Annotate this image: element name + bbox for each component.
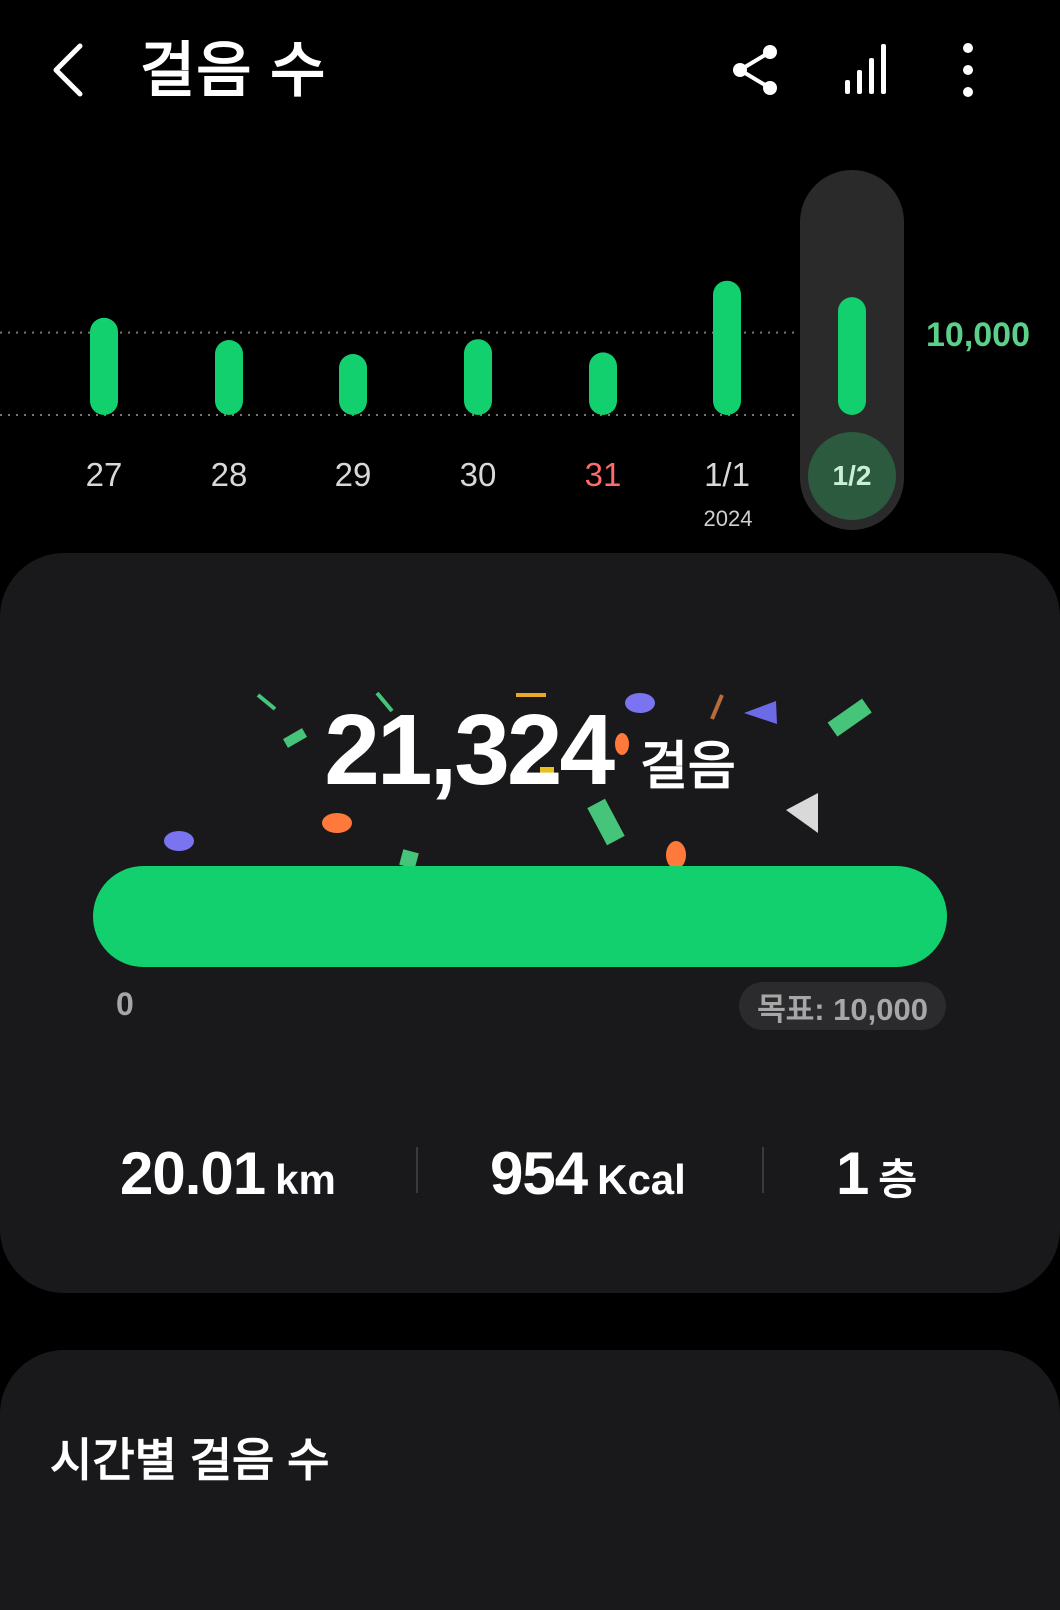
year-label: 2024 <box>703 506 753 531</box>
day-bar-27[interactable] <box>90 317 118 415</box>
step-count: 21,324 걸음 <box>0 693 1060 808</box>
page-title: 걸음 수 <box>140 37 327 104</box>
share-icon <box>733 45 777 95</box>
progress-start-label: 0 <box>116 986 134 1022</box>
day-label-30[interactable]: 30 <box>423 456 533 494</box>
trends-button[interactable] <box>838 38 898 102</box>
day-label-29[interactable]: 29 <box>298 456 408 494</box>
reference-line-label: 10,000 <box>926 316 1030 354</box>
more-options-button[interactable] <box>938 38 998 102</box>
stat-divider <box>416 1147 418 1193</box>
day-label-1-1[interactable]: 1/1 <box>672 456 782 494</box>
calories-value: 954 <box>490 1140 588 1207</box>
bar-chart-icon <box>845 44 886 94</box>
day-bar-1-1[interactable] <box>713 280 741 415</box>
daily-steps-chart: 27 28 29 30 31 1/1 2024 1/2 10,000 <box>0 150 1060 540</box>
step-count-unit: 걸음 <box>640 738 736 796</box>
stat-divider <box>762 1147 764 1193</box>
hourly-steps-card[interactable]: 시간별 걸음 수 <box>0 1350 1060 1610</box>
distance-unit: km <box>275 1156 336 1203</box>
day-bar-1-2[interactable] <box>838 297 866 415</box>
day-bar-29[interactable] <box>339 354 367 415</box>
day-bar-30[interactable] <box>464 339 492 415</box>
goal-label[interactable]: 목표: 10,000 <box>739 982 946 1030</box>
day-bar-31[interactable] <box>589 352 617 415</box>
calories-unit: Kcal <box>597 1156 686 1203</box>
floors-unit: 층 <box>878 1156 918 1203</box>
share-button[interactable] <box>724 38 784 102</box>
floors-stat: 1층 <box>836 1139 917 1208</box>
goal-progress-bar <box>93 866 947 967</box>
day-label-28[interactable]: 28 <box>174 456 284 494</box>
floors-value: 1 <box>836 1140 869 1207</box>
calories-stat: 954 Kcal <box>490 1139 686 1208</box>
more-vertical-icon <box>963 43 973 97</box>
chevron-left-icon <box>53 43 83 97</box>
step-count-value: 21,324 <box>324 694 615 806</box>
distance-stat: 20.01 km <box>120 1139 336 1208</box>
activity-stats: 20.01 km 954 Kcal 1층 <box>0 1139 1060 1209</box>
selected-day-label[interactable]: 1/2 <box>808 432 896 520</box>
app-header: 걸음 수 <box>0 0 1060 140</box>
day-label-27[interactable]: 27 <box>49 456 159 494</box>
day-label-31[interactable]: 31 <box>548 456 658 494</box>
back-button[interactable] <box>42 38 98 102</box>
day-bar-28[interactable] <box>215 340 243 415</box>
section-title: 시간별 걸음 수 <box>50 1434 330 1486</box>
steps-summary-card: 21,324 걸음 0 목표: 10,000 20.01 km 954 Kcal 1층 <box>0 553 1060 1293</box>
distance-value: 20.01 <box>120 1140 266 1207</box>
